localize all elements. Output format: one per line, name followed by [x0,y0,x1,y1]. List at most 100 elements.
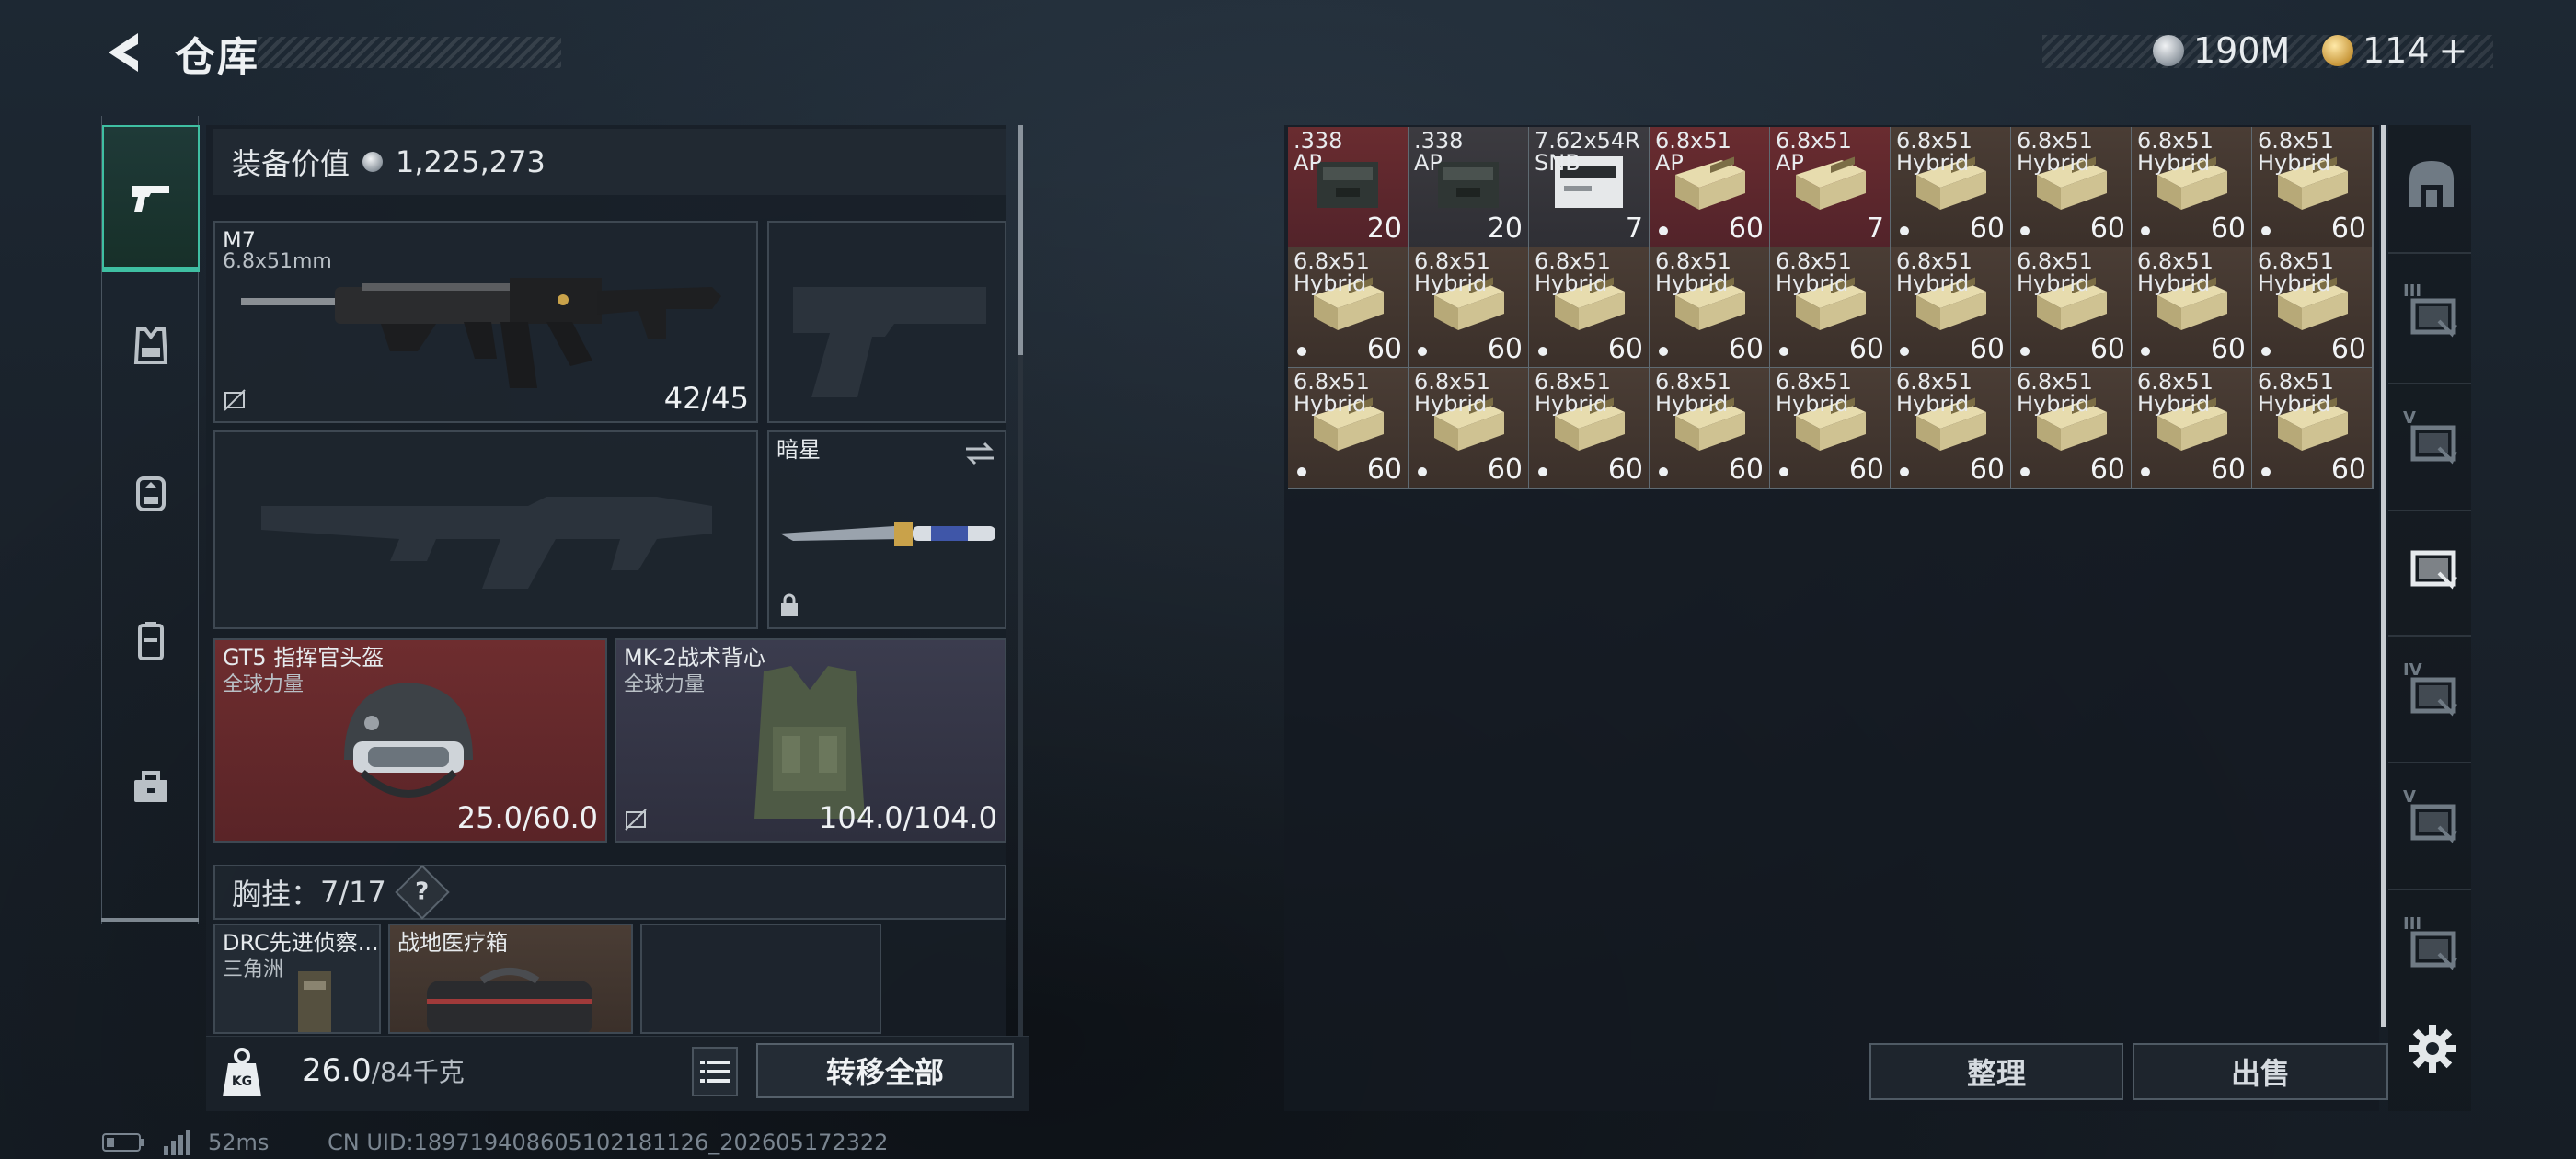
marker-dot [1659,467,1668,476]
tab-weapons[interactable] [102,125,200,272]
stash-item[interactable]: 7.62x54R SNB 7 [1529,127,1649,247]
tab-armor[interactable] [102,272,200,419]
stash-item[interactable]: 6.8x51 Hybrid 60 [1288,368,1408,488]
back-arrow-icon[interactable] [101,28,147,77]
melee-slot[interactable]: 暗星 [767,430,1006,629]
stash-item[interactable]: 6.8x51 Hybrid 60 [2252,127,2372,247]
ammo-type: AP [1655,150,1684,176]
tabs-divider [101,918,199,922]
item-quantity: 60 [2330,212,2366,245]
ammo-type: SNB [1535,150,1581,176]
marker-dot [2261,467,2271,476]
help-icon: ? [415,878,430,906]
armor-faction: 全球力量 [624,673,706,696]
stash-item[interactable]: 6.8x51 AP 7 [1770,127,1890,247]
stash-item[interactable]: 6.8x51 Hybrid 60 [2252,247,2372,367]
ammo-type: Hybrid [2017,270,2090,296]
tab-case[interactable] [102,567,200,714]
stash-tab[interactable]: III [2398,912,2466,981]
melee-name: 暗星 [776,437,821,463]
ammo-type: Hybrid [2137,391,2211,417]
add-tokens-icon[interactable]: + [2439,30,2468,71]
stash-item[interactable]: 6.8x51 Hybrid 60 [2011,127,2131,247]
status-bar: 52ms [101,1130,269,1155]
chest-rig-label: 胸挂： [232,877,321,912]
stash-item[interactable]: 6.8x51 Hybrid 60 [1409,247,1528,367]
transfer-all-button[interactable]: 转移全部 [756,1043,1014,1098]
ammo-type: Hybrid [1414,391,1488,417]
rig-item-slot[interactable]: DRC先进侦察... 三角洲 [213,924,381,1034]
secondary-weapon-slot-empty[interactable] [213,430,758,629]
coin-icon [362,152,384,172]
rig-empty-slot[interactable] [640,924,881,1034]
stash-tab[interactable]: V [2398,407,2466,475]
stash-item[interactable]: 6.8x51 Hybrid 60 [1288,247,1408,367]
stash-item[interactable]: 6.8x51 Hybrid 60 [2011,247,2131,367]
helmet-durability: 25.0/60.0 [456,800,598,835]
tab-toolbox[interactable] [102,714,200,861]
stash-item[interactable]: 6.8x51 Hybrid 60 [1529,247,1649,367]
ammo-type: Hybrid [1896,270,1970,296]
stash-item[interactable]: 6.8x51 Hybrid 60 [1409,368,1528,488]
tab-divider [2388,635,2471,637]
tier-label: V [2403,408,2416,428]
chest-rig-capacity: 7/17 [320,875,386,910]
stash-item[interactable]: 6.8x51 Hybrid 60 [1891,247,2010,367]
stash-scrollbar[interactable] [2381,125,2386,1027]
token-icon [2322,35,2353,66]
ammo-type: Hybrid [1776,391,1849,417]
stash-tab[interactable] [2398,532,2466,600]
signal-icon [164,1130,190,1155]
stash-tier-icon [2410,550,2457,590]
marker-dot [1900,347,1909,356]
sidearm-slot-empty[interactable] [767,221,1006,423]
item-quantity: 60 [1366,333,1402,365]
marker-dot [2141,347,2150,356]
item-quantity: 60 [1969,453,2005,486]
tokens-display[interactable]: 114 + [2322,28,2467,74]
stash-item[interactable]: 6.8x51 Hybrid 60 [1891,368,2010,488]
stash-tab[interactable]: III [2398,280,2466,348]
stash-item[interactable]: .338 AP 20 [1409,127,1528,247]
armor-slot[interactable]: MK-2战术背心 全球力量 104.0/104.0 [615,638,1006,843]
weight-badge: KG [231,1074,253,1089]
stash-item[interactable]: 6.8x51 Hybrid 60 [1650,368,1769,488]
tab-backpack[interactable] [102,419,200,567]
stash-item[interactable]: 6.8x51 Hybrid 60 [1650,247,1769,367]
stash-item[interactable]: 6.8x51 Hybrid 60 [2132,127,2251,247]
stash-item[interactable]: 6.8x51 Hybrid 60 [2011,368,2131,488]
stash-item[interactable]: 6.8x51 AP 60 [1650,127,1769,247]
coins-value: 190M [2193,30,2291,71]
loadout-scroll-thumb[interactable] [1018,125,1023,355]
tab-divider [2388,889,2471,890]
stash-tab[interactable]: IV [2398,659,2466,727]
stash-item[interactable]: 6.8x51 Hybrid 60 [1770,247,1890,367]
swap-icon[interactable] [964,440,995,467]
title-decoration [258,37,561,68]
rig-item-slot[interactable]: 战地医疗箱 [388,924,633,1034]
list-view-button[interactable] [692,1047,738,1096]
rifle-placeholder-icon [261,497,712,589]
stash-tab[interactable]: V [2398,786,2466,854]
stash-item[interactable]: 6.8x51 Hybrid 60 [1770,368,1890,488]
sell-button[interactable]: 出售 [2133,1043,2388,1100]
gear-icon[interactable] [2407,1023,2458,1074]
stash-item[interactable]: 6.8x51 Hybrid 60 [1529,368,1649,488]
stash-item[interactable]: 6.8x51 Hybrid 60 [2252,368,2372,488]
tab-divider [2388,762,2471,763]
stash-item[interactable]: .338 AP 20 [1288,127,1408,247]
stash-item[interactable]: 6.8x51 Hybrid 60 [2132,247,2251,367]
stash-item[interactable]: 6.8x51 Hybrid 60 [1891,127,2010,247]
stash-tab[interactable] [2398,149,2466,217]
marker-dot [1900,226,1909,235]
stash-item[interactable]: 6.8x51 Hybrid 60 [2132,368,2251,488]
equipment-value-label: 装备价值 [232,146,351,181]
helmet-slot[interactable]: GT5 指挥官头盔 全球力量 25.0/60.0 [213,638,607,843]
marker-dot [1538,467,1547,476]
help-button[interactable]: ? [395,865,450,920]
item-quantity: 60 [2089,212,2125,245]
sort-button[interactable]: 整理 [1869,1043,2123,1100]
primary-weapon-slot[interactable]: M7 6.8x51mm 42/45 [213,221,758,423]
backpack-icon [136,476,166,511]
list-icon [700,1061,730,1083]
